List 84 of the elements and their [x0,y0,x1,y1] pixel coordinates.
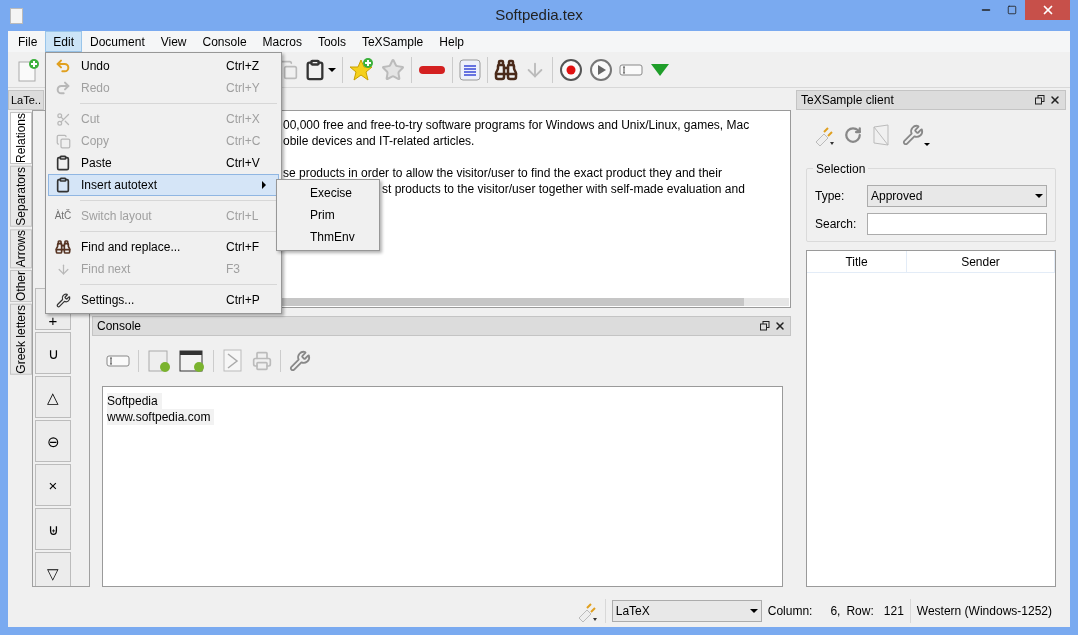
menu-item[interactable]: Insert autotext [48,174,279,196]
copy-icon [55,133,71,149]
clipboard-icon [55,155,71,171]
menu-item[interactable]: Execise [277,182,379,204]
search-label: Search: [815,216,858,233]
column-value: 6, [830,603,841,620]
wrench-icon[interactable] [289,350,311,372]
layout-icon: ÀtČ [54,211,72,221]
row-value: 121 [883,603,904,620]
menu-bar-item[interactable]: Document [82,31,153,52]
vertical-tab[interactable]: Greek letters [10,304,32,375]
mode-dropdown[interactable]: LaTeX [611,600,762,622]
dock-title: Console [97,318,143,335]
star-plus-icon[interactable] [349,56,375,83]
redo-icon [55,80,71,96]
close-icon[interactable] [774,320,786,332]
menu-item[interactable]: Settings... Ctrl+P [48,289,279,311]
symbol-button[interactable]: ⊎ [35,508,71,550]
list-icon[interactable] [459,58,481,81]
type-dropdown[interactable]: Approved [867,185,1047,207]
column-label: Column: [767,603,813,620]
vertical-tab[interactable]: Separators [10,166,32,227]
symbol-button[interactable]: △ [35,376,71,418]
text-field-icon[interactable] [619,61,643,78]
search-field[interactable] [867,213,1047,235]
clipboard-icon [55,177,71,193]
symbol-button[interactable]: × [35,464,71,506]
close-icon[interactable] [1049,94,1061,106]
menu-bar-item[interactable]: File [10,31,46,52]
undo-icon [55,58,71,74]
dock-title: TeXSample client [801,92,895,109]
menu-bar-item[interactable]: Tools [309,31,354,52]
scissors-icon [55,111,71,127]
down-arrow-icon [55,261,71,277]
record-icon[interactable] [559,57,583,82]
menu-item[interactable]: Find and replace... Ctrl+F [48,236,279,258]
menu-item[interactable]: ThmEnv [277,226,379,248]
column-header[interactable]: Title [807,251,907,272]
new-file-icon[interactable] [18,57,40,82]
printer-icon[interactable] [252,351,272,371]
triangle-icon[interactable] [649,61,671,78]
close-button[interactable] [1025,0,1070,20]
symbol-button[interactable]: ▽ [35,552,71,586]
menu-bar-item[interactable]: View [152,31,195,52]
submenu-arrow-icon [262,181,266,189]
menu-bar-item[interactable]: Macros [254,31,310,52]
editor-text-line: 00,000 free and free-to-try software programs for Windows and Unix/Linux, games, Mac [283,117,751,133]
symbol-button[interactable]: ∪ [35,332,71,374]
binoculars-icon[interactable] [494,57,518,82]
menu-item[interactable]: Prim [277,204,379,226]
minus-icon[interactable] [418,63,446,76]
wrench-icon [55,292,71,308]
binoculars-icon [55,239,71,255]
float-icon[interactable] [1035,95,1045,105]
menu-item[interactable]: Paste Ctrl+V [48,152,279,174]
column-header[interactable]: Sender [907,251,1055,272]
vertical-tab[interactable]: Relations [10,112,32,165]
refresh-icon[interactable] [844,126,862,144]
vertical-tab[interactable]: Other [10,270,32,303]
clipboard-icon[interactable] [304,58,336,81]
menu-item[interactable]: Undo Ctrl+Z [48,55,279,77]
maximize-icon [1007,5,1017,15]
window-title: Softpedia.tex [494,5,584,26]
play-icon[interactable] [589,57,613,82]
vertical-tab[interactable]: Arrows [10,228,32,269]
editor-text-line: st products to the visitor/user together with self-made evaluation and [382,181,746,197]
editor-text-line: se products in order to allow the visitor/user to find the exact product they and their [283,165,723,181]
console-output[interactable]: Softpedia www.softpedia.com [102,386,783,587]
menu-bar-item[interactable]: Console [194,31,255,52]
type-label: Type: [815,188,846,205]
menu-bar-item[interactable]: Edit [45,31,83,52]
menu-bar-item[interactable]: TeXSample [353,31,432,52]
dock-tab[interactable]: LaTe.. [8,90,44,110]
results-table[interactable]: Title Sender [806,250,1056,587]
row-label: Row: [846,603,874,620]
float-icon[interactable] [760,321,770,331]
wrench-icon[interactable] [902,124,930,146]
editor-text-line: obile devices and IT-related articles. [283,133,476,149]
text-field-icon[interactable] [106,353,130,369]
menu-bar-item[interactable]: Help [431,31,472,52]
star-icon[interactable] [381,57,405,82]
encoding-label: Western (Windows-1252) [916,603,1052,620]
symbol-button[interactable]: ⊖ [35,420,71,462]
app-icon [10,7,23,24]
